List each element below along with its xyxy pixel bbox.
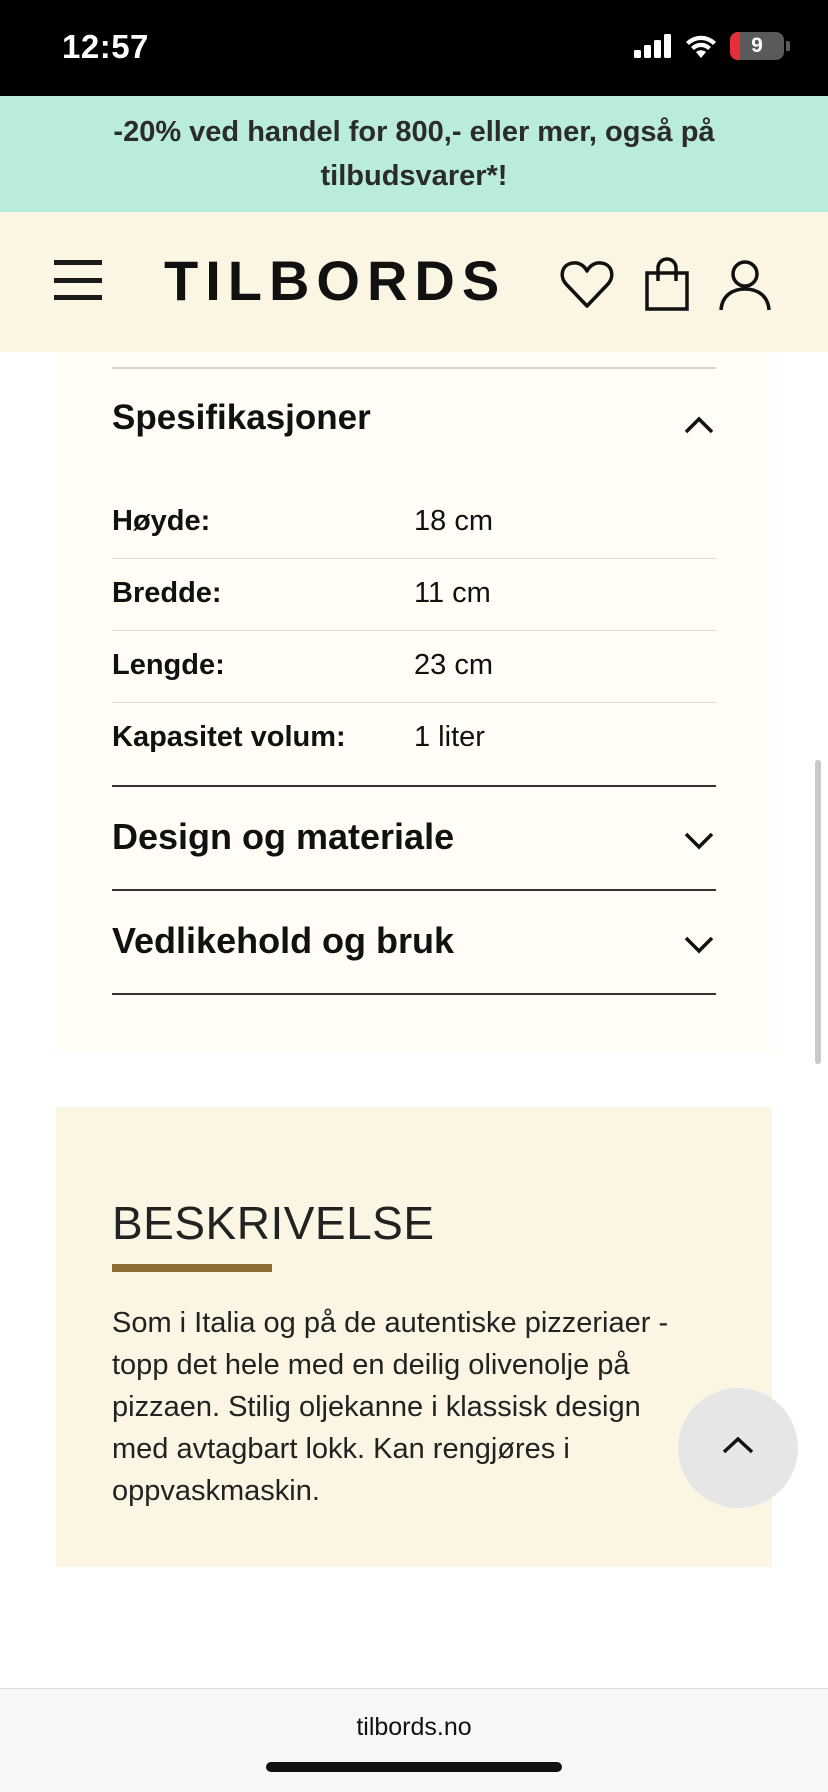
status-icons: 9 bbox=[634, 32, 790, 60]
heart-icon[interactable] bbox=[558, 256, 616, 314]
promo-banner[interactable]: -20% ved handel for 800,- eller mer, ogs… bbox=[0, 96, 828, 212]
chevron-down-icon[interactable] bbox=[682, 934, 716, 956]
browser-address-bar[interactable]: tilbords.no bbox=[0, 1688, 828, 1792]
battery-level: 9 bbox=[751, 34, 763, 57]
bag-icon[interactable] bbox=[638, 256, 696, 314]
spec-label: Høyde: bbox=[112, 505, 211, 537]
site-header: TILBORDS bbox=[0, 212, 828, 352]
description-title: BESKRIVELSE bbox=[112, 1197, 435, 1249]
chevron-down-icon[interactable] bbox=[682, 830, 716, 852]
url-text[interactable]: tilbords.no bbox=[0, 1713, 828, 1742]
signal-icon bbox=[634, 34, 671, 58]
spec-label: Lengde: bbox=[112, 649, 225, 681]
spec-label: Bredde: bbox=[112, 577, 222, 609]
chevron-up-icon bbox=[722, 1436, 754, 1454]
specs-accordion-title[interactable]: Spesifikasjoner bbox=[112, 398, 371, 438]
wifi-icon bbox=[686, 35, 716, 58]
care-accordion-title[interactable]: Vedlikehold og bruk bbox=[112, 920, 454, 962]
home-indicator[interactable] bbox=[266, 1762, 562, 1772]
back-to-top-button[interactable] bbox=[678, 1388, 798, 1508]
spec-value: 23 cm bbox=[414, 649, 493, 681]
spec-row: Bredde: 11 cm bbox=[112, 559, 716, 631]
description-text: Som i Italia og på de autentiske pizzeri… bbox=[112, 1307, 669, 1507]
spec-label: Kapasitet volum: bbox=[112, 721, 346, 753]
status-bar: 12:57 9 bbox=[0, 0, 828, 96]
spec-row: Lengde: 23 cm bbox=[112, 631, 716, 703]
spec-value: 11 cm bbox=[414, 577, 491, 609]
promo-text: -20% ved handel for 800,- eller mer, ogs… bbox=[113, 116, 715, 192]
status-time: 12:57 bbox=[62, 28, 149, 65]
divider bbox=[112, 367, 716, 369]
battery-icon: 9 bbox=[730, 32, 784, 60]
spec-value: 1 liter bbox=[414, 721, 485, 753]
design-accordion-title[interactable]: Design og materiale bbox=[112, 816, 454, 858]
divider bbox=[112, 785, 716, 787]
scrollbar[interactable] bbox=[815, 760, 821, 1064]
chevron-up-icon[interactable] bbox=[682, 414, 716, 436]
user-icon[interactable] bbox=[716, 256, 774, 314]
spec-value: 18 cm bbox=[414, 505, 493, 537]
divider bbox=[112, 993, 716, 995]
title-underline bbox=[112, 1264, 272, 1272]
spec-row: Høyde: 18 cm bbox=[112, 487, 716, 559]
logo[interactable]: TILBORDS bbox=[164, 248, 506, 313]
menu-icon[interactable] bbox=[54, 256, 102, 304]
divider bbox=[112, 889, 716, 891]
spec-row: Kapasitet volum: 1 liter bbox=[112, 703, 716, 775]
